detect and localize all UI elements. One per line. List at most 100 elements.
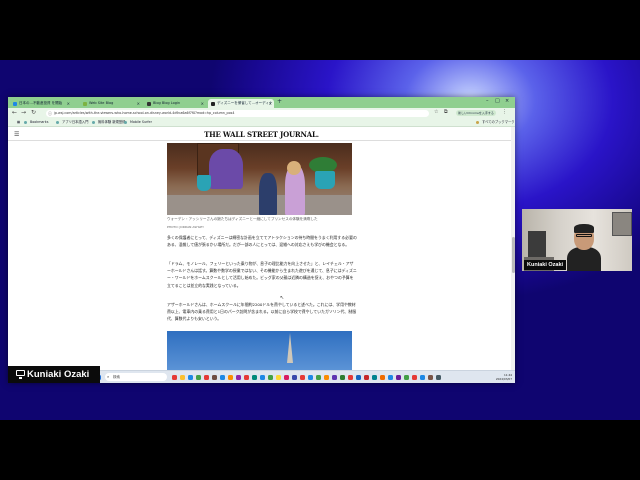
profile-update-pill[interactable]: 新しいChromeを入手する (456, 110, 496, 116)
photo-pot (197, 175, 211, 191)
menu-kebab-icon[interactable]: ⋮ (502, 109, 507, 115)
bookmark-favicon-icon (124, 120, 127, 124)
taskbar-app-icon[interactable] (316, 374, 321, 380)
photo-child (259, 173, 277, 215)
browser-tab[interactable]: Web Site Blog × (80, 99, 142, 108)
bookmark-item[interactable]: 無料体験 新規登録 (92, 119, 125, 125)
taskbar-app-icon[interactable] (412, 374, 417, 380)
taskbar-app-icon[interactable] (228, 374, 233, 380)
presenter-glasses (576, 234, 592, 237)
taskbar-app-icon[interactable] (268, 374, 273, 380)
new-tab-button[interactable]: + (277, 98, 282, 105)
tab-favicon-icon (83, 101, 87, 106)
taskbar-app-icon[interactable] (252, 374, 257, 380)
back-icon[interactable]: ← (12, 109, 17, 116)
close-icon[interactable]: × (137, 99, 140, 108)
close-window-icon[interactable]: × (505, 98, 509, 104)
taskbar-app-icon[interactable] (436, 374, 441, 380)
taskbar-app-icon[interactable] (204, 374, 209, 380)
taskbar-clock[interactable]: 11:44 2024/03/07 (488, 373, 512, 382)
article-paragraph: アザーホールドさんは、ホームスクールに年間約2200ドルを費やしていると述べた。… (167, 302, 357, 322)
tab-favicon-icon (13, 101, 17, 106)
article-paragraph: 多くの保護者にとって、ディズニーは綿密な計画を立ててアトラクションの待ち時間をう… (167, 235, 357, 248)
browser-tab[interactable]: 日本の…不動産投資 を開始 × (10, 99, 72, 108)
taskbar-app-icon[interactable] (244, 374, 249, 380)
taskbar-app-icon[interactable] (180, 374, 185, 380)
masthead-logo[interactable]: THE WALL STREET JOURNAL. (8, 130, 515, 139)
monitor-icon (16, 370, 25, 379)
tab-favicon-icon (147, 101, 151, 106)
bookmark-item[interactable]: Mobile Surfer (124, 119, 152, 125)
article-paragraph: 「ドラム、モノレール、フェリーといった乗り物が、息子の理比能力を向上させた」と、… (167, 261, 357, 288)
search-icon: ⌕ (107, 374, 110, 379)
photo-caption: ウォーデン・アッシリーさんの娘たちはディズニーと一緒にしてプリンセスの体験を満喫… (167, 217, 318, 221)
browser-tab[interactable]: Blog Blog Login × (144, 99, 206, 108)
camera-name-label: Kuniaki Ozaki (524, 260, 567, 270)
browser-tab-bar: 日本の…不動産投資 を開始 × Web Site Blog × Blog Blo… (8, 97, 515, 108)
close-icon[interactable]: × (201, 99, 204, 108)
photo-child-hair (287, 161, 301, 175)
taskbar-app-icon[interactable] (196, 374, 201, 380)
browser-tab-active[interactable]: ディズニーを帰省して…オーディナ × (208, 99, 274, 108)
taskbar-app-icon[interactable] (396, 374, 401, 380)
bookmark-item[interactable]: Bookmarks (24, 119, 48, 125)
taskbar-app-icon[interactable] (324, 374, 329, 380)
presenter-camera-tile[interactable]: Kuniaki Ozaki (522, 209, 632, 271)
taskbar-app-icon[interactable] (428, 374, 433, 380)
forward-icon[interactable]: → (21, 109, 26, 116)
article-photo-castle (167, 331, 352, 370)
taskbar-app-icon[interactable] (220, 374, 225, 380)
wall-picture (612, 212, 632, 236)
minimize-icon[interactable]: – (486, 98, 489, 104)
taskbar-app-icon[interactable] (356, 374, 361, 380)
bookmark-star-icon[interactable]: ☆ (434, 109, 438, 115)
screen-share-name-label: Kuniaki Ozaki (8, 366, 100, 383)
site-info-icon[interactable]: ⓘ (48, 110, 52, 117)
taskbar-app-icon[interactable] (260, 374, 265, 380)
tab-favicon-icon (211, 101, 215, 106)
taskbar-app-icon[interactable] (276, 374, 281, 380)
bookmark-favicon-icon (24, 120, 27, 124)
article-photo-princesses (167, 143, 352, 215)
taskbar-app-icon[interactable] (284, 374, 289, 380)
bookmark-favicon-icon (56, 120, 59, 124)
bookmark-item[interactable]: アプリ日本語入門 (56, 119, 88, 125)
close-icon[interactable]: × (67, 99, 70, 108)
taskbar-app-icon[interactable] (172, 374, 177, 380)
close-icon[interactable]: × (269, 99, 272, 108)
page-scrollbar[interactable] (511, 127, 515, 370)
taskbar-app-icon[interactable] (308, 374, 313, 380)
taskbar-app-icon[interactable] (188, 374, 193, 380)
taskbar-app-icon[interactable] (340, 374, 345, 380)
photo-spire (287, 333, 293, 363)
taskbar-app-icon[interactable] (420, 374, 425, 380)
taskbar-app-icon[interactable] (332, 374, 337, 380)
presenter-body (567, 247, 601, 271)
mouse-cursor-icon: ↖ (280, 295, 285, 301)
taskbar-app-icon[interactable] (300, 374, 305, 380)
taskbar-app-icon[interactable] (364, 374, 369, 380)
all-bookmarks-link[interactable]: すべてのブックマーク (476, 119, 515, 125)
background-shelf (528, 231, 546, 257)
url-text: jp.wsj.com/articles/with-the-viewers-who… (54, 110, 235, 115)
taskbar-app-icon[interactable] (292, 374, 297, 380)
maximize-icon[interactable]: □ (495, 98, 500, 104)
photo-costume (209, 149, 243, 189)
apps-grid-icon[interactable]: ▦ (11, 119, 20, 125)
address-bar[interactable]: ⓘ jp.wsj.com/articles/with-the-viewers-w… (46, 109, 429, 117)
taskbar-app-icon[interactable] (372, 374, 377, 380)
taskbar-app-icon[interactable] (348, 374, 353, 380)
reload-icon[interactable]: ↻ (31, 109, 36, 116)
extensions-icon[interactable]: ⧉ (444, 109, 448, 115)
taskbar-app-icon[interactable] (404, 374, 409, 380)
taskbar-search-input[interactable]: ⌕ 検索 (105, 373, 167, 381)
taskbar-app-icon[interactable] (388, 374, 393, 380)
scrollbar-thumb[interactable] (511, 237, 515, 273)
taskbar-app-icon[interactable] (236, 374, 241, 380)
masthead-divider (8, 140, 515, 141)
taskbar-app-icon[interactable] (380, 374, 385, 380)
shared-screen: 日本の…不動産投資 を開始 × Web Site Blog × Blog Blo… (8, 97, 515, 383)
browser-toolbar: ← → ↻ ⓘ jp.wsj.com/articles/with-the-vie… (8, 108, 515, 118)
bookmarks-bar: ▦ Bookmarks アプリ日本語入門 無料体験 新規登録 Mobile Su… (8, 118, 515, 127)
taskbar-app-icon[interactable] (212, 374, 217, 380)
